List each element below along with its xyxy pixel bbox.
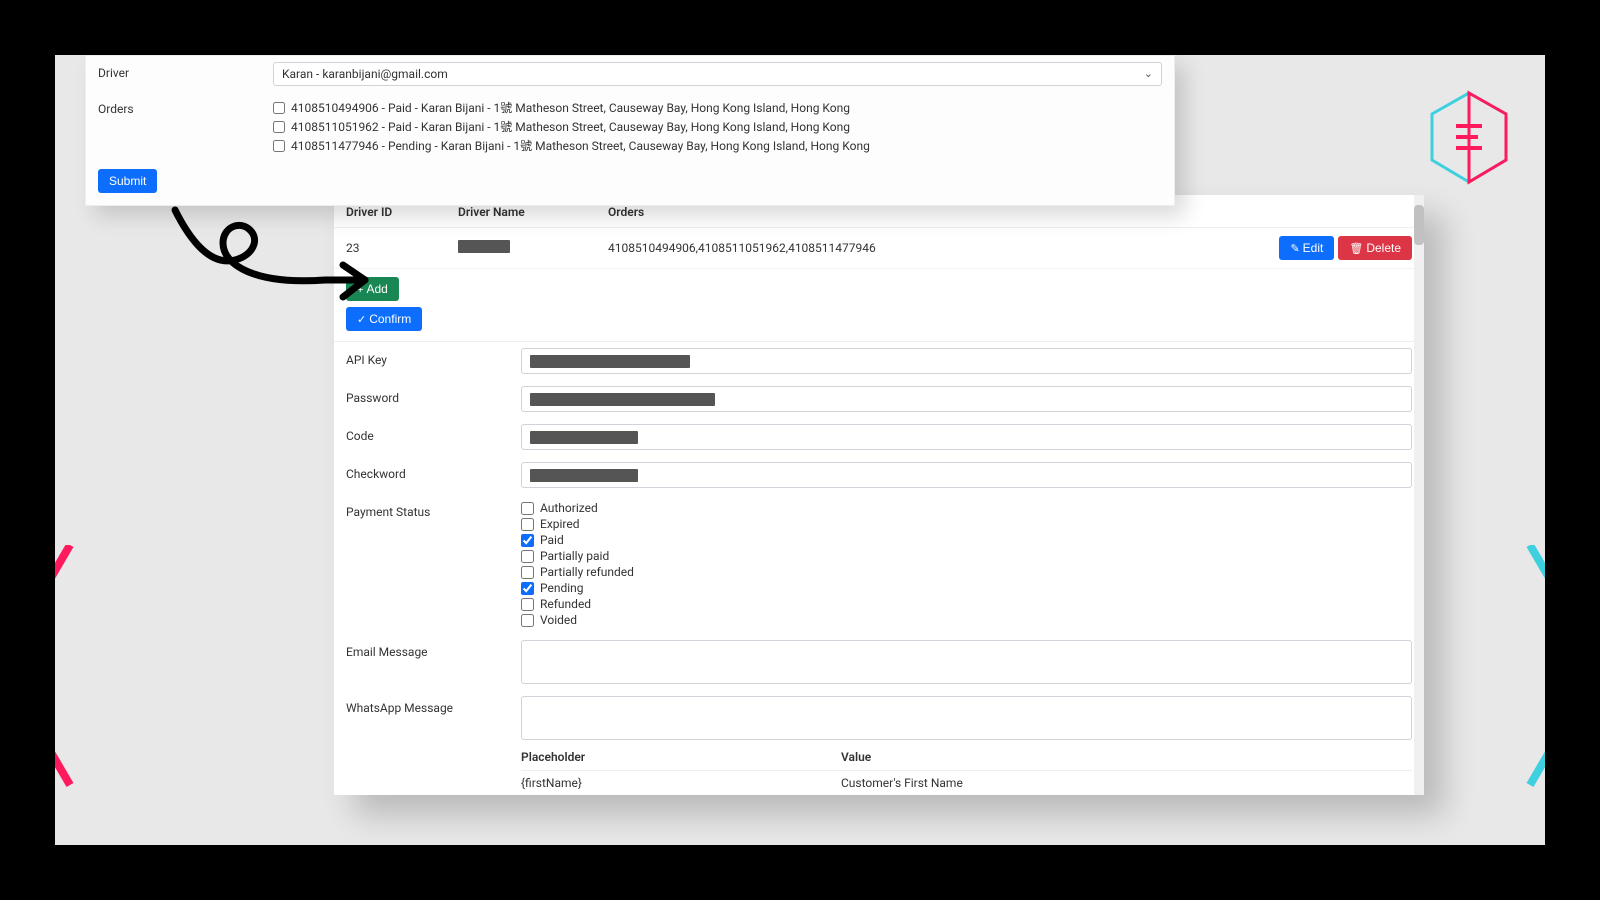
driver-select[interactable]: Karan - karanbijani@gmail.com ⌄: [273, 62, 1162, 86]
ph-header-placeholder: Placeholder: [521, 750, 841, 764]
brand-logo: [1428, 90, 1510, 185]
payment-status-label-text: Expired: [540, 517, 580, 531]
payment-status-checkbox[interactable]: [521, 582, 534, 595]
decoration-left: [55, 545, 255, 845]
placeholder-value: Customer's First Name: [841, 776, 963, 790]
orders-list: 4108510494906 - Paid - Karan Bijani - 1號…: [273, 98, 1162, 155]
order-checkbox[interactable]: [273, 140, 285, 152]
payment-status-option: Voided: [521, 612, 1412, 628]
order-text: 4108511477946 - Pending - Karan Bijani -…: [291, 137, 870, 154]
trash-icon: 🗑: [1349, 243, 1363, 255]
api-key-label: API Key: [346, 348, 521, 367]
payment-status-label-text: Refunded: [540, 597, 591, 611]
checkword-label: Checkword: [346, 462, 521, 481]
whatsapp-message-input[interactable]: [521, 696, 1412, 740]
col-driver-name: Driver Name: [458, 205, 608, 219]
order-text: 4108510494906 - Paid - Karan Bijani - 1號…: [291, 99, 850, 116]
payment-status-label-text: Pending: [540, 581, 584, 595]
order-item: 4108511477946 - Pending - Karan Bijani -…: [273, 136, 1162, 155]
password-input[interactable]: [521, 386, 1412, 412]
order-text: 4108511051962 - Paid - Karan Bijani - 1號…: [291, 118, 850, 135]
cell-driver-name: [458, 240, 608, 256]
payment-status-option: Refunded: [521, 596, 1412, 612]
api-key-input[interactable]: [521, 348, 1412, 374]
payment-status-label-text: Partially paid: [540, 549, 609, 563]
payment-status-option: Expired: [521, 516, 1412, 532]
placeholder-key: {firstName}: [521, 776, 841, 790]
driver-assignment-panel: Driver Karan - karanbijani@gmail.com ⌄ O…: [85, 55, 1175, 206]
payment-status-label-text: Authorized: [540, 501, 598, 515]
email-message-label: Email Message: [346, 640, 521, 659]
payment-status-checkbox[interactable]: [521, 614, 534, 627]
scrollbar-thumb[interactable]: [1414, 205, 1424, 245]
app-frame: Driver Karan - karanbijani@gmail.com ⌄ O…: [55, 55, 1545, 845]
code-input[interactable]: [521, 424, 1412, 450]
table-row: 23 4108510494906,4108511051962,410851147…: [334, 228, 1424, 269]
payment-status-checkbox[interactable]: [521, 534, 534, 547]
placeholder-table: Placeholder Value {firstName}Customer's …: [521, 744, 1412, 795]
password-label: Password: [346, 386, 521, 405]
order-item: 4108510494906 - Paid - Karan Bijani - 1號…: [273, 98, 1162, 117]
payment-status-group: Authorized Expired Paid Partially paid Parti…: [521, 500, 1412, 628]
code-label: Code: [346, 424, 521, 443]
order-checkbox[interactable]: [273, 121, 285, 133]
payment-status-checkbox[interactable]: [521, 502, 534, 515]
configuration-panel: Driver ID Driver Name Orders 23 41085104…: [334, 195, 1424, 795]
email-message-input[interactable]: [521, 640, 1412, 684]
checkword-input[interactable]: [521, 462, 1412, 488]
scrollbar[interactable]: [1414, 195, 1424, 795]
edit-button[interactable]: ✎Edit: [1279, 236, 1334, 260]
chevron-down-icon: ⌄: [1144, 67, 1153, 80]
payment-status-label-text: Voided: [540, 613, 577, 627]
order-item: 4108511051962 - Paid - Karan Bijani - 1號…: [273, 117, 1162, 136]
submit-button[interactable]: Submit: [98, 169, 157, 193]
payment-status-checkbox[interactable]: [521, 550, 534, 563]
payment-status-option: Partially paid: [521, 548, 1412, 564]
ph-header-value: Value: [841, 750, 871, 764]
orders-label: Orders: [98, 98, 273, 116]
payment-status-checkbox[interactable]: [521, 598, 534, 611]
payment-status-option: Authorized: [521, 500, 1412, 516]
whatsapp-message-label: WhatsApp Message: [346, 696, 521, 715]
payment-status-checkbox[interactable]: [521, 566, 534, 579]
order-checkbox[interactable]: [273, 102, 285, 114]
cell-orders: 4108510494906,4108511051962,410851147794…: [608, 241, 1279, 255]
payment-status-label-text: Partially refunded: [540, 565, 634, 579]
col-orders: Orders: [608, 205, 1412, 219]
payment-status-option: Paid: [521, 532, 1412, 548]
placeholder-row: {firstName}Customer's First Name: [521, 771, 1412, 795]
payment-status-label-text: Paid: [540, 533, 564, 547]
driver-select-value: Karan - karanbijani@gmail.com: [282, 67, 448, 81]
payment-status-option: Partially refunded: [521, 564, 1412, 580]
driver-label: Driver: [98, 62, 273, 80]
arrow-annotation: [165, 195, 385, 325]
edit-icon: ✎: [1290, 243, 1299, 255]
payment-status-label: Payment Status: [346, 500, 521, 519]
payment-status-checkbox[interactable]: [521, 518, 534, 531]
delete-button[interactable]: 🗑Delete: [1338, 236, 1412, 260]
payment-status-option: Pending: [521, 580, 1412, 596]
